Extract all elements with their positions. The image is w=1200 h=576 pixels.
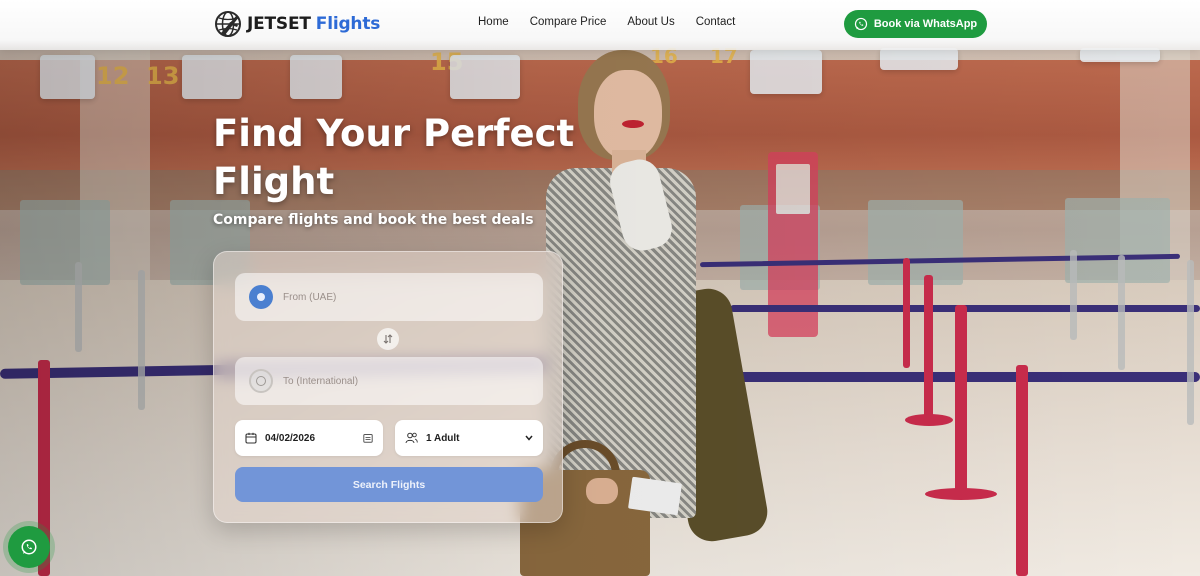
whatsapp-icon bbox=[854, 17, 867, 31]
date-picker-icon[interactable] bbox=[363, 433, 373, 443]
hero-overlay bbox=[0, 0, 1200, 576]
swap-locations-button[interactable] bbox=[377, 328, 399, 350]
from-field[interactable]: From (UAE) bbox=[235, 273, 543, 321]
hero-headline-line2: Flight bbox=[213, 160, 335, 203]
whatsapp-icon bbox=[21, 539, 37, 555]
flight-search-panel: From (UAE) To (International) 04/02/2026 bbox=[213, 251, 563, 523]
nav-contact-link[interactable]: Contact bbox=[696, 16, 736, 28]
from-placeholder: From (UAE) bbox=[283, 291, 337, 303]
globe-plane-icon bbox=[215, 11, 241, 37]
destination-marker-icon bbox=[249, 369, 273, 393]
book-via-whatsapp-label: Book via WhatsApp bbox=[873, 18, 978, 30]
hero-headline-line1: Find Your Perfect bbox=[213, 112, 575, 155]
search-flights-button[interactable]: Search Flights bbox=[235, 467, 543, 502]
chevron-down-icon bbox=[525, 435, 533, 441]
nav-home-link[interactable]: Home bbox=[478, 16, 509, 28]
origin-marker-icon bbox=[249, 285, 273, 309]
passengers-value: 1 Adult bbox=[426, 432, 460, 444]
departure-date-value: 04/02/2026 bbox=[265, 432, 316, 444]
top-navbar: JETSET Flights Home Compare Price About U… bbox=[0, 0, 1200, 50]
swap-arrows-icon bbox=[383, 334, 393, 344]
main-nav: Home Compare Price About Us Contact bbox=[478, 16, 756, 28]
passengers-select[interactable]: 1 Adult bbox=[395, 420, 543, 456]
floating-whatsapp-button[interactable] bbox=[8, 526, 50, 568]
to-field[interactable]: To (International) bbox=[235, 357, 543, 405]
hero-subheadline: Compare flights and book the best deals bbox=[213, 212, 534, 228]
brand-accent: Flights bbox=[315, 14, 381, 34]
brand-name: JETSET bbox=[247, 14, 311, 34]
users-icon bbox=[405, 432, 418, 444]
brand-logo-link[interactable]: JETSET Flights bbox=[213, 9, 380, 39]
hero-background-image: 12 13 15 16 17 bbox=[0, 0, 1200, 576]
departure-date-field[interactable]: 04/02/2026 bbox=[235, 420, 383, 456]
book-via-whatsapp-button[interactable]: Book via WhatsApp bbox=[844, 10, 987, 38]
calendar-icon bbox=[245, 432, 257, 444]
hero-headline: Find Your Perfect Flight bbox=[213, 110, 593, 206]
nav-compare-price-link[interactable]: Compare Price bbox=[530, 16, 607, 28]
nav-about-us-link[interactable]: About Us bbox=[627, 16, 674, 28]
to-placeholder: To (International) bbox=[283, 375, 359, 387]
